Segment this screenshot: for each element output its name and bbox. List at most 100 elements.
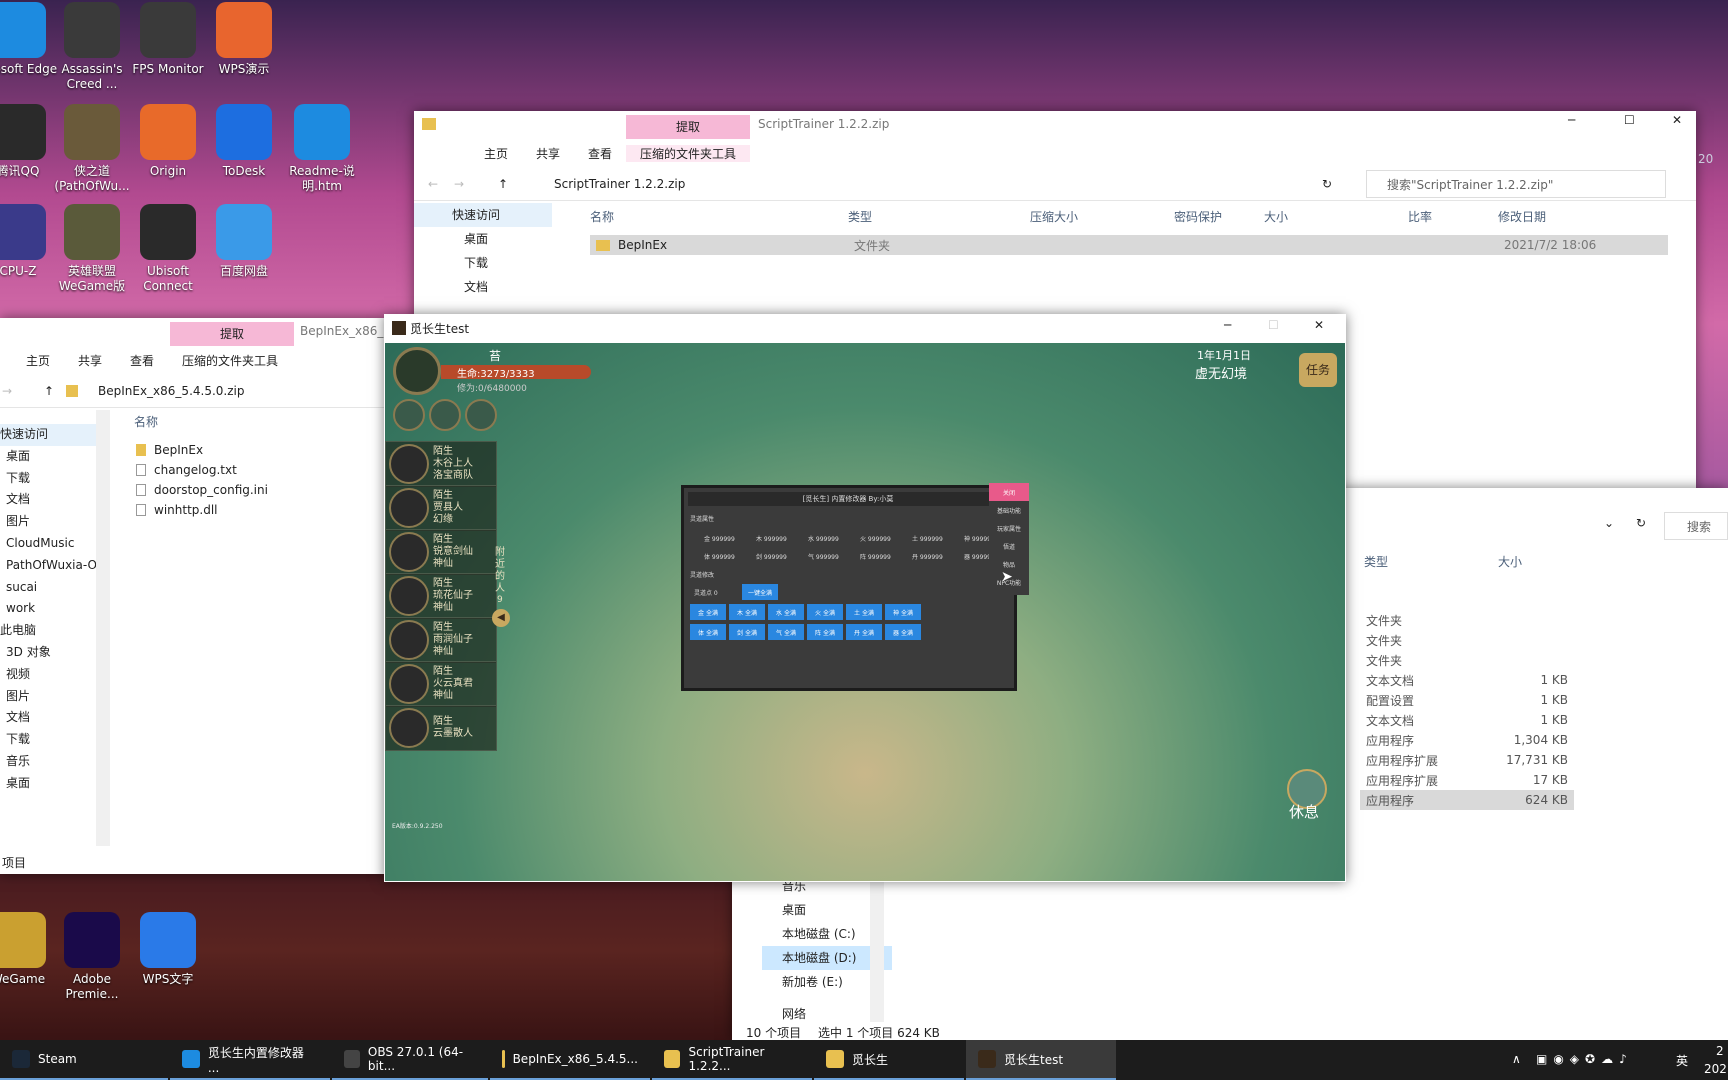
close-button[interactable]: ✕ [1672,113,1682,127]
file-row[interactable]: 文本文档 1 KB [1360,710,1574,730]
max-attribute-button[interactable]: 水 全满 [768,604,804,620]
trainer-menu-item[interactable]: 悟道 [989,537,1029,555]
tab-home[interactable]: 主页 [12,352,64,369]
col-password[interactable]: 密码保护 [1174,208,1264,225]
path-input[interactable]: ScriptTrainer 1.2.2.zip [554,177,685,191]
nav-item[interactable]: 快速访问 [0,424,96,446]
npc-card[interactable]: 陌生 琉花仙子 神仙 [385,573,497,619]
desktop-shortcut[interactable]: 百度网盘 [202,204,286,279]
tab-view[interactable]: 查看 [116,352,168,369]
file-row[interactable]: 文件夹 [1360,650,1574,670]
maximize-button[interactable]: ☐ [1268,318,1279,332]
tab-share[interactable]: 共享 [64,352,116,369]
trainer-menu-item[interactable]: 关闭 [989,483,1029,501]
col-ratio[interactable]: 比率 [1408,208,1498,225]
forward-icon[interactable]: → [454,177,464,191]
taskbar-app[interactable]: 觅长生内置修改器 ... [170,1040,330,1080]
max-attribute-button[interactable]: 神 全满 [885,604,921,620]
desktop-shortcut[interactable]: Readme-说明.htm [280,104,364,194]
nav-item[interactable]: 下载 [0,468,96,490]
nav-desktop[interactable]: 桌面 [414,227,552,251]
file-row[interactable]: 应用程序扩展 17,731 KB [1360,750,1574,770]
col-type[interactable]: 类型 [1364,553,1498,570]
trainer-menu-item[interactable]: 基础功能 [989,501,1029,519]
file-row[interactable]: winhttp.dll [136,500,268,520]
skill-icon[interactable] [393,399,425,431]
file-row[interactable]: 应用程序 1,304 KB [1360,730,1574,750]
taskbar-app[interactable]: 觅长生 [814,1040,964,1080]
npc-card[interactable]: 陌生 木谷上人 洛宝商队 [385,441,497,487]
taskbar-app[interactable]: ScriptTrainer 1.2.2... [652,1040,812,1080]
nav-quick-access[interactable]: 快速访问 [414,203,552,227]
file-row[interactable]: BepInEx [136,440,268,460]
feather-icon[interactable] [429,399,461,431]
tab-view[interactable]: 查看 [574,145,626,162]
task-button[interactable]: 任务 [1299,353,1337,387]
scrollbar[interactable] [96,410,110,846]
max-attribute-button[interactable]: 剑 全满 [729,624,765,640]
search-input[interactable]: 搜索 [1664,512,1728,540]
up-icon[interactable]: ↑ [44,384,54,398]
max-attribute-button[interactable]: 土 全满 [846,604,882,620]
file-row[interactable]: doorstop_config.ini [136,480,268,500]
max-attribute-button[interactable]: 木 全满 [729,604,765,620]
col-type[interactable]: 类型 [848,208,1030,225]
tray-up-icon[interactable]: ∧ [1512,1052,1521,1066]
nav-item[interactable]: 文档 [0,489,96,511]
max-attribute-button[interactable]: 金 全满 [690,604,726,620]
desktop-shortcut[interactable]: WPS演示 [202,2,286,77]
trainer-menu-item[interactable]: 玩家属性 [989,519,1029,537]
taskbar-app[interactable]: OBS 27.0.1 (64-bit... [332,1040,488,1080]
up-icon[interactable]: ↑ [498,177,508,191]
taskbar-app[interactable]: Steam [0,1040,168,1080]
taskbar-app[interactable]: BepInEx_x86_5.4.5... [490,1040,650,1080]
scroll-icon[interactable] [465,399,497,431]
max-attribute-button[interactable]: 阵 全满 [807,624,843,640]
desktop-shortcut[interactable]: Origin [126,104,210,179]
nav-item[interactable]: sucai [0,577,96,599]
max-attribute-button[interactable]: 体 全满 [690,624,726,640]
maximize-button[interactable]: ☐ [1624,113,1635,127]
extract-ribbon-tab[interactable]: 提取 [170,322,294,346]
nav-item[interactable]: 视频 [0,664,96,686]
clock-date[interactable]: 202 [1704,1062,1727,1076]
desktop-shortcut[interactable]: Ubisoft Connect [126,204,210,294]
nav-item[interactable]: 图片 [0,686,96,708]
desktop-shortcut[interactable]: ToDesk [202,104,286,179]
desktop-shortcut[interactable]: FPS Monitor [126,2,210,77]
max-attribute-button[interactable]: 器 全满 [885,624,921,640]
desktop-shortcut[interactable]: 英雄联盟 WeGame版 [50,204,134,294]
back-icon[interactable]: → [2,384,12,398]
nav-item[interactable]: work [0,598,96,620]
back-icon[interactable]: ← [428,177,438,191]
scrollbar[interactable] [870,882,884,1022]
chevron-down-icon[interactable]: ⌄ [1604,516,1614,530]
file-row[interactable]: 应用程序扩展 17 KB [1360,770,1574,790]
file-row[interactable]: BepInEx 文件夹 2021/7/2 18:06 [590,235,1668,255]
nav-item[interactable]: CloudMusic [0,533,96,555]
taskbar-app[interactable]: 觅长生test [966,1040,1116,1080]
nav-item[interactable]: 下载 [0,729,96,751]
nav-item[interactable]: PathOfWuxia-O [0,555,97,577]
file-row[interactable]: 文本文档 1 KB [1360,670,1574,690]
path-input[interactable]: BepInEx_x86_5.4.5.0.zip [98,384,244,398]
desktop-shortcut[interactable]: Adobe Premie... [50,912,134,1002]
npc-card[interactable]: 陌生 云墨散人 [385,705,497,751]
extract-ribbon-tab[interactable]: 提取 [626,115,750,139]
file-row[interactable]: 应用程序 624 KB [1360,790,1574,810]
file-row[interactable]: changelog.txt [136,460,268,480]
desktop-shortcut[interactable]: WPS文字 [126,912,210,987]
max-attribute-button[interactable]: 气 全满 [768,624,804,640]
file-row[interactable]: 配置设置 1 KB [1360,690,1574,710]
col-name[interactable]: 名称 [134,413,158,430]
col-size[interactable]: 大小 [1498,553,1578,570]
desktop-shortcut[interactable]: 侠之道 (PathOfWu... [50,104,134,194]
close-button[interactable]: ✕ [1314,318,1324,332]
ime-indicator[interactable]: 英 [1676,1052,1688,1069]
rest-button[interactable]: 休息 [1289,801,1319,822]
nav-documents[interactable]: 文档 [414,275,552,299]
nav-item[interactable]: 桌面 [0,773,96,795]
tab-zip-tools[interactable]: 压缩的文件夹工具 [626,144,751,162]
tab-home[interactable]: 主页 [470,145,522,162]
npc-card[interactable]: 陌生 锐意剑仙 神仙 [385,529,497,575]
